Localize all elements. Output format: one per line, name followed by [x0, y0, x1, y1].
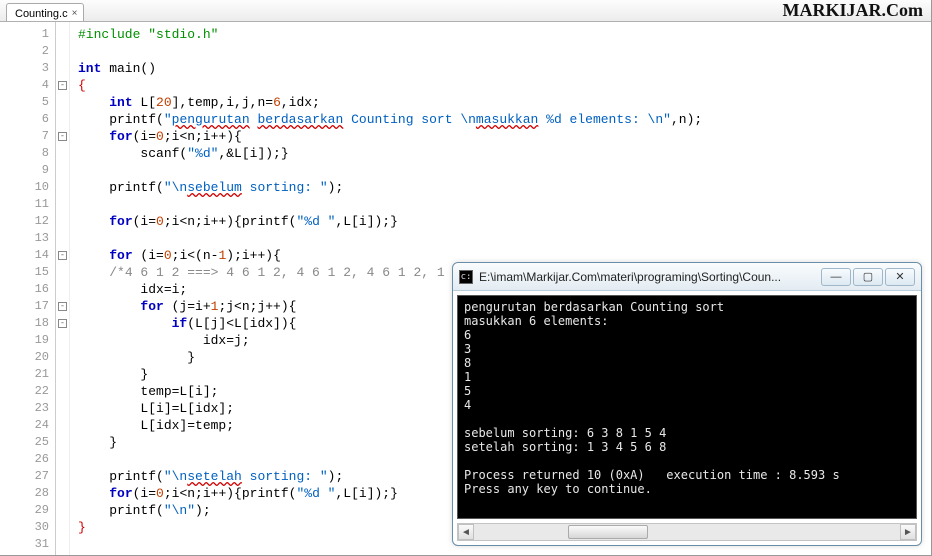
code-line: int L[20],temp,i,j,n=6,idx;	[78, 94, 931, 111]
line-number: 7	[0, 128, 49, 145]
fold-marker	[56, 179, 69, 196]
fold-marker	[56, 162, 69, 179]
code-line: {	[78, 77, 931, 94]
fold-marker	[56, 434, 69, 451]
line-number: 3	[0, 60, 49, 77]
fold-marker	[56, 94, 69, 111]
line-number: 17	[0, 298, 49, 315]
code-line	[78, 230, 931, 247]
line-number: 19	[0, 332, 49, 349]
minimize-button[interactable]: —	[821, 268, 851, 286]
console-window: c: E:\imam\Markijar.Com\materi\programin…	[452, 262, 922, 546]
line-number: 12	[0, 213, 49, 230]
fold-marker	[56, 468, 69, 485]
fold-marker	[56, 400, 69, 417]
line-number: 2	[0, 43, 49, 60]
tab-label: Counting.c	[15, 8, 68, 20]
fold-marker[interactable]: -	[56, 128, 69, 145]
fold-marker	[56, 451, 69, 468]
line-number: 30	[0, 519, 49, 536]
fold-marker	[56, 145, 69, 162]
fold-marker	[56, 111, 69, 128]
window-buttons: — ▢ ✕	[821, 268, 915, 286]
line-number: 9	[0, 162, 49, 179]
fold-marker[interactable]: -	[56, 298, 69, 315]
code-line	[78, 162, 931, 179]
line-number: 4	[0, 77, 49, 94]
fold-marker	[56, 417, 69, 434]
line-number: 26	[0, 451, 49, 468]
fold-marker	[56, 281, 69, 298]
tab-counting-c[interactable]: Counting.c ×	[6, 3, 84, 21]
line-number: 16	[0, 281, 49, 298]
line-number: 21	[0, 366, 49, 383]
code-line: printf("pengurutan berdasarkan Counting …	[78, 111, 931, 128]
line-number: 14	[0, 247, 49, 264]
fold-marker	[56, 485, 69, 502]
line-number: 15	[0, 264, 49, 281]
code-line: for(i=0;i<n;i++){printf("%d ",L[i]);}	[78, 213, 931, 230]
line-number: 24	[0, 417, 49, 434]
line-number: 1	[0, 26, 49, 43]
line-number: 31	[0, 536, 49, 553]
fold-marker	[56, 26, 69, 43]
fold-marker[interactable]: -	[56, 247, 69, 264]
close-icon[interactable]: ×	[72, 8, 78, 19]
line-number: 8	[0, 145, 49, 162]
code-line: int main()	[78, 60, 931, 77]
scroll-left-icon[interactable]: ◄	[458, 524, 474, 540]
line-number: 5	[0, 94, 49, 111]
line-number: 11	[0, 196, 49, 213]
fold-column: - - - --	[56, 22, 70, 555]
horizontal-scrollbar[interactable]: ◄ ►	[457, 523, 917, 541]
scroll-right-icon[interactable]: ►	[900, 524, 916, 540]
code-line	[78, 43, 931, 60]
fold-marker	[56, 332, 69, 349]
line-number: 20	[0, 349, 49, 366]
fold-marker	[56, 366, 69, 383]
fold-marker	[56, 213, 69, 230]
code-line: scanf("%d",&L[i]);}	[78, 145, 931, 162]
fold-marker[interactable]: -	[56, 315, 69, 332]
terminal-output[interactable]: pengurutan berdasarkan Counting sort mas…	[457, 295, 917, 519]
fold-marker[interactable]: -	[56, 77, 69, 94]
code-line: for(i=0;i<n;i++){	[78, 128, 931, 145]
titlebar[interactable]: c: E:\imam\Markijar.Com\materi\programin…	[453, 263, 921, 291]
scroll-thumb[interactable]	[568, 525, 648, 539]
maximize-button[interactable]: ▢	[853, 268, 883, 286]
fold-marker	[56, 60, 69, 77]
code-line: printf("\nsebelum sorting: ");	[78, 179, 931, 196]
line-number: 6	[0, 111, 49, 128]
line-number: 27	[0, 468, 49, 485]
fold-marker	[56, 43, 69, 60]
line-number: 25	[0, 434, 49, 451]
line-number-gutter: 1234567891011121314151617181920212223242…	[0, 22, 56, 555]
fold-marker	[56, 264, 69, 281]
cmd-icon: c:	[459, 270, 473, 284]
line-number: 22	[0, 383, 49, 400]
fold-marker	[56, 502, 69, 519]
console-title: E:\imam\Markijar.Com\materi\programing\S…	[479, 270, 815, 284]
tabs: Counting.c ×	[6, 0, 84, 21]
fold-marker	[56, 230, 69, 247]
line-number: 10	[0, 179, 49, 196]
fold-marker	[56, 536, 69, 553]
line-number: 23	[0, 400, 49, 417]
fold-marker	[56, 196, 69, 213]
brand: MARKIJAR.Com	[783, 0, 925, 21]
line-number: 29	[0, 502, 49, 519]
header: Counting.c × MARKIJAR.Com	[0, 0, 931, 22]
line-number: 13	[0, 230, 49, 247]
close-button[interactable]: ✕	[885, 268, 915, 286]
fold-marker	[56, 349, 69, 366]
fold-marker	[56, 383, 69, 400]
fold-marker	[56, 519, 69, 536]
code-line	[78, 196, 931, 213]
line-number: 18	[0, 315, 49, 332]
line-number: 28	[0, 485, 49, 502]
code-line: #include "stdio.h"	[78, 26, 931, 43]
